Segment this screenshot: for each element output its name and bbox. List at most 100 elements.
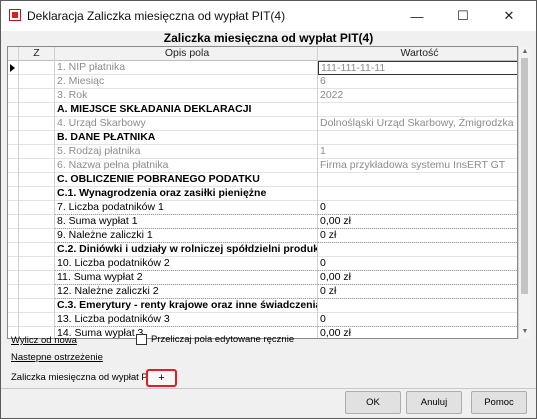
- z-cell: [19, 75, 55, 89]
- z-cell: [19, 89, 55, 103]
- cancel-button[interactable]: Anuluj: [406, 391, 462, 414]
- row-marker: [8, 75, 19, 89]
- row-marker: [8, 89, 19, 103]
- opis-cell: B. DANE PŁATNIKA: [55, 131, 318, 145]
- column-header-wartosc[interactable]: Wartość: [318, 47, 517, 61]
- table-row[interactable]: 4. Urząd Skarbowy Dolnośląski Urząd Skarb…: [8, 117, 517, 131]
- wartosc-cell[interactable]: 0 zł: [318, 229, 517, 243]
- row-marker: [8, 229, 19, 243]
- table-row[interactable]: 5. Rodzaj płatnika 1: [8, 145, 517, 159]
- recalculate-link[interactable]: Wylicz od nowa: [11, 335, 77, 346]
- opis-cell: A. MIEJSCE SKŁADANIA DEKLARACJI: [55, 103, 318, 117]
- maximize-button[interactable]: ☐: [440, 1, 486, 31]
- wartosc-cell[interactable]: 0: [318, 201, 517, 215]
- opis-cell: 13. Liczba podatników 3: [55, 313, 318, 327]
- wartosc-cell[interactable]: 0: [318, 257, 517, 271]
- recalc-edited-checkbox-label: Przeliczaj pola edytowane ręcznie: [151, 334, 295, 345]
- row-marker-header: [8, 47, 19, 61]
- close-button[interactable]: ✕: [486, 1, 532, 31]
- opis-cell: 2. Miesiąc: [55, 75, 318, 89]
- next-warning-link[interactable]: Nastepne ostrzeżenie: [11, 352, 103, 363]
- table-row[interactable]: 13. Liczba podatników 30: [8, 313, 517, 327]
- row-marker: [8, 215, 19, 229]
- wartosc-cell[interactable]: 0: [318, 313, 517, 327]
- opis-cell: C.3. Emerytury - renty krajowe oraz inne…: [57, 299, 318, 313]
- opis-cell: 12. Należne zaliczki 2: [55, 285, 318, 299]
- table-row[interactable]: 11. Suma wypłat 2 0,00 zł: [8, 271, 517, 285]
- table-row[interactable]: 7. Liczba podatników 10: [8, 201, 517, 215]
- vertical-scrollbar[interactable]: ▲ ▼: [518, 46, 530, 339]
- z-cell: [19, 299, 55, 313]
- dialog-window: Deklaracja Zaliczka miesięczna od wypłat…: [0, 0, 537, 419]
- row-marker: [8, 145, 19, 159]
- ok-button[interactable]: OK: [345, 391, 401, 414]
- declaration-grid: Z Opis pola Wartość 1. NIP płatnika 111-1…: [7, 46, 518, 339]
- z-cell: [19, 285, 55, 299]
- form-tabs-bar: Zaliczka miesięczna od wypłat PIT +: [1, 363, 536, 389]
- section-row[interactable]: C.1. Wynagrodzenia oraz zasiłki pieniężn…: [8, 187, 517, 201]
- help-button[interactable]: Pomoc: [471, 391, 527, 414]
- z-cell: [19, 271, 55, 285]
- section-row[interactable]: C.2. Diniówki i udziały w rolniczej spół…: [8, 243, 517, 257]
- table-row[interactable]: 1. NIP płatnika 111-111-11-11: [8, 61, 517, 75]
- wartosc-cell[interactable]: 111-111-11-11: [318, 61, 517, 75]
- wartosc-cell[interactable]: 0 zł: [318, 285, 517, 299]
- scroll-up-icon[interactable]: ▲: [521, 48, 529, 56]
- row-marker: [8, 173, 19, 187]
- form-panel: Zaliczka miesięczna od wypłat PIT(4) Z O…: [2, 31, 535, 339]
- current-row-pointer-icon: [10, 64, 15, 72]
- add-attachment-button[interactable]: +: [146, 369, 177, 387]
- minimize-button[interactable]: —: [394, 1, 440, 31]
- opis-cell: C.1. Wynagrodzenia oraz zasiłki pieniężn…: [55, 187, 318, 201]
- column-header-opis[interactable]: Opis pola: [55, 47, 318, 61]
- row-marker: [8, 187, 19, 201]
- wartosc-cell[interactable]: Firma przykładowa systemu InsERT GT: [318, 159, 517, 173]
- row-marker: [8, 299, 19, 313]
- table-row[interactable]: 2. Miesiąc 6: [8, 75, 517, 89]
- z-cell: [19, 257, 55, 271]
- opis-cell: C. OBLICZENIE POBRANEGO PODATKU: [55, 173, 318, 187]
- table-row[interactable]: 3. Rok 2022: [8, 89, 517, 103]
- tab-pit4[interactable]: Zaliczka miesięczna od wypłat PIT: [11, 372, 156, 383]
- z-cell: [19, 201, 55, 215]
- section-row[interactable]: A. MIEJSCE SKŁADANIA DEKLARACJI: [8, 103, 517, 117]
- row-marker: [8, 159, 19, 173]
- z-cell: [19, 103, 55, 117]
- recalc-edited-checkbox[interactable]: [136, 334, 147, 345]
- scroll-thumb[interactable]: [521, 58, 528, 294]
- table-row[interactable]: 10. Liczba podatników 20: [8, 257, 517, 271]
- z-cell: [19, 117, 55, 131]
- row-marker: [8, 285, 19, 299]
- recalc-edited-checkbox-wrap[interactable]: Przeliczaj pola edytowane ręcznie: [136, 334, 294, 345]
- wartosc-cell[interactable]: 6: [318, 75, 517, 89]
- z-cell: [19, 243, 55, 257]
- row-marker: [8, 201, 19, 215]
- wartosc-cell[interactable]: Dolnośląski Urząd Skarbowy, Żmigrodzka 1: [318, 117, 517, 131]
- section-row[interactable]: B. DANE PŁATNIKA: [8, 131, 517, 145]
- wartosc-cell[interactable]: 2022: [318, 89, 517, 103]
- wartosc-cell[interactable]: 0,00 zł: [318, 215, 517, 229]
- title-bar[interactable]: Deklaracja Zaliczka miesięczna od wypłat…: [1, 1, 536, 31]
- window-title: Deklaracja Zaliczka miesięczna od wypłat…: [27, 9, 286, 23]
- section-row[interactable]: C. OBLICZENIE POBRANEGO PODATKU: [8, 173, 517, 187]
- column-header-z[interactable]: Z: [19, 47, 55, 61]
- wartosc-cell: [318, 103, 517, 117]
- z-cell: [19, 159, 55, 173]
- row-marker: [8, 61, 19, 75]
- wartosc-cell: [318, 131, 517, 145]
- wartosc-cell[interactable]: 0,00 zł: [318, 271, 517, 285]
- z-cell: [19, 187, 55, 201]
- app-icon: [9, 9, 21, 21]
- row-marker: [8, 117, 19, 131]
- z-cell: [19, 145, 55, 159]
- section-row[interactable]: C.3. Emerytury - renty krajowe oraz inne…: [8, 299, 517, 313]
- table-row[interactable]: 12. Należne zaliczki 20 zł: [8, 285, 517, 299]
- row-marker: [8, 243, 19, 257]
- scroll-down-icon[interactable]: ▼: [521, 328, 529, 336]
- wartosc-cell[interactable]: 1: [318, 145, 517, 159]
- table-row[interactable]: 9. Należne zaliczki 10 zł: [8, 229, 517, 243]
- table-row[interactable]: 8. Suma wypłat 1 0,00 zł: [8, 215, 517, 229]
- table-row[interactable]: 6. Nazwa pełna płatnika Firma przykładowa…: [8, 159, 517, 173]
- form-heading: Zaliczka miesięczna od wypłat PIT(4): [163, 31, 374, 45]
- wartosc-cell[interactable]: 0,00 zł: [318, 327, 517, 338]
